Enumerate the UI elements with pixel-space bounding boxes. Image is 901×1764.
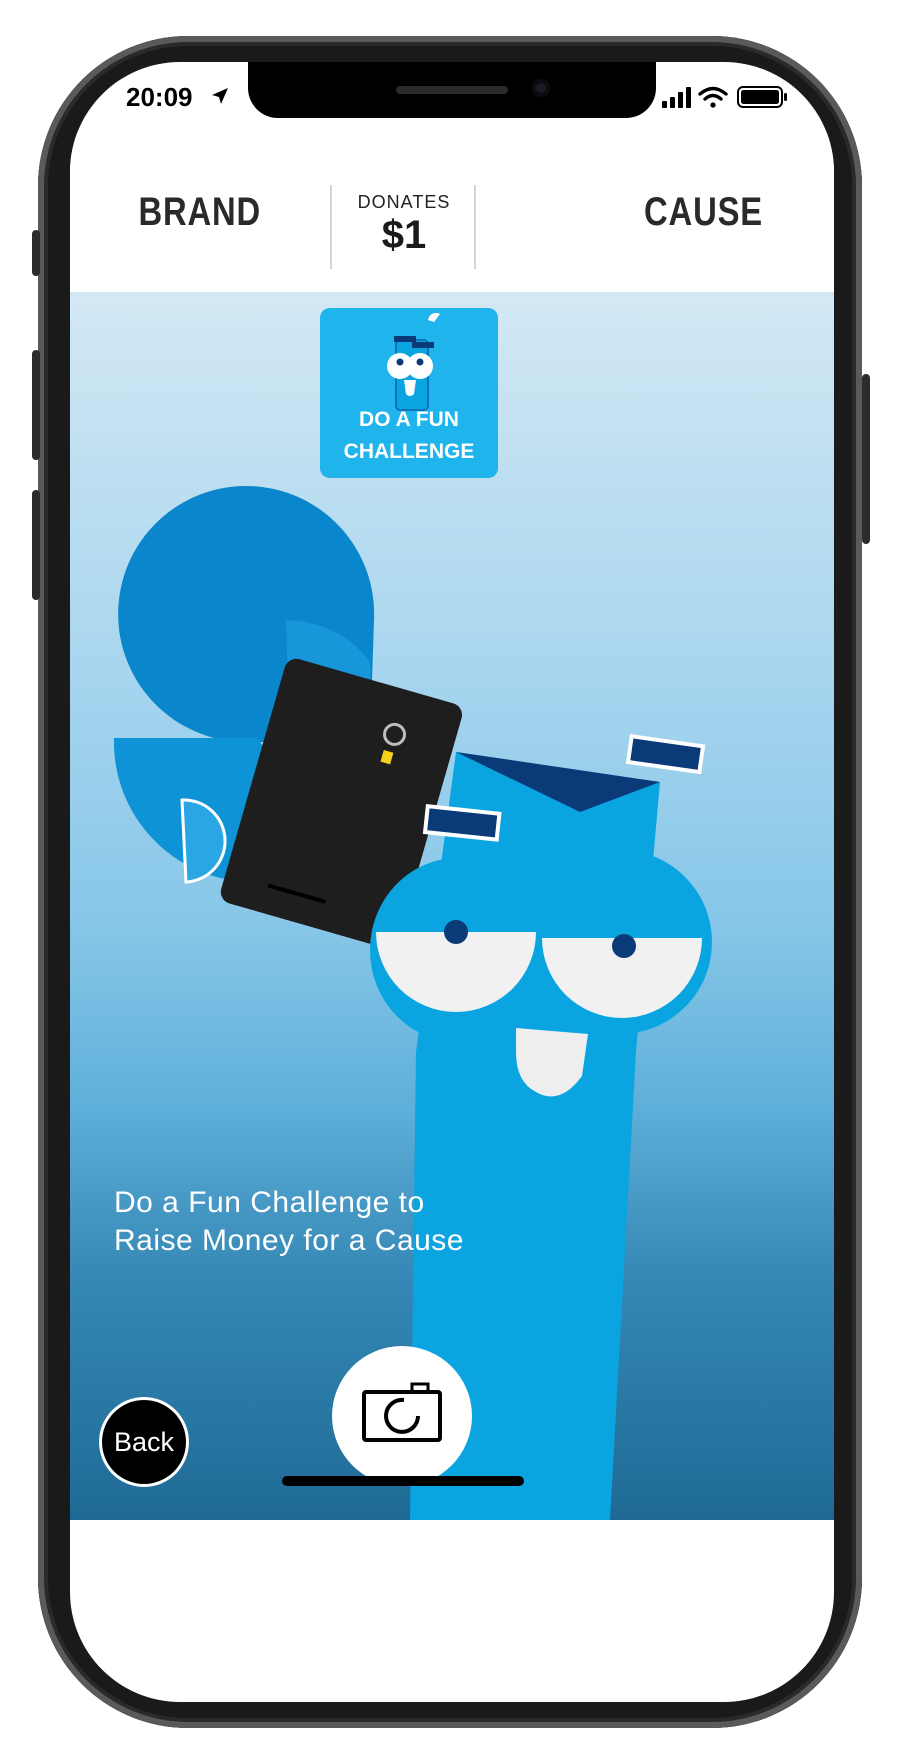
- status-bar: 20:09: [70, 62, 834, 132]
- speaker-grille: [396, 86, 508, 94]
- front-camera: [532, 79, 550, 97]
- challenge-badge-line2: CHALLENGE: [343, 440, 475, 463]
- cause-label: CAUSE: [644, 189, 764, 234]
- power-button: [862, 374, 870, 544]
- cause-slot[interactable]: CAUSE: [574, 132, 834, 292]
- donation-header: BRAND DONATES $1 CAUSE: [70, 132, 834, 292]
- notch: [248, 62, 656, 118]
- wifi-icon: [698, 86, 728, 108]
- donation-amount-block: DONATES $1: [332, 192, 476, 257]
- volume-up-button: [32, 350, 40, 460]
- mascot-icon: [387, 312, 440, 411]
- volume-down-button: [32, 490, 40, 600]
- capture-button[interactable]: [332, 1346, 472, 1486]
- challenge-badge-text: DO A FUN CHALLENGE: [320, 404, 498, 468]
- status-time: 20:09: [126, 82, 193, 112]
- header-divider-right: [474, 185, 476, 269]
- battery-icon: [737, 86, 787, 108]
- phone-screen: 20:09 BRAND DONATES $1 CAUSE DO A FUN CH…: [70, 62, 834, 1702]
- tagline-line1: Do a Fun Challenge to: [114, 1186, 425, 1219]
- camera-icon: [362, 1382, 442, 1442]
- brand-slot[interactable]: BRAND: [70, 132, 330, 292]
- back-button[interactable]: Back: [102, 1400, 186, 1484]
- mute-switch: [32, 230, 40, 276]
- challenge-badge: DO A FUN CHALLENGE: [320, 308, 498, 478]
- donates-label: DONATES: [357, 192, 451, 212]
- location-arrow-icon: [212, 88, 228, 104]
- donation-amount: $1: [381, 213, 427, 257]
- brand-label: BRAND: [138, 189, 262, 234]
- signal-icon: [662, 87, 691, 108]
- challenge-badge-line1: DO A FUN: [359, 408, 459, 431]
- challenge-illustration: DO A FUN CHALLENGE Do a Fun Challenge to…: [70, 292, 834, 1520]
- tagline: Do a Fun Challenge to Raise Money for a …: [114, 1184, 634, 1260]
- home-indicator[interactable]: [282, 1476, 524, 1486]
- status-icons: [662, 86, 787, 108]
- back-button-label: Back: [113, 1426, 175, 1457]
- tagline-line2: Raise Money for a Cause: [114, 1224, 464, 1257]
